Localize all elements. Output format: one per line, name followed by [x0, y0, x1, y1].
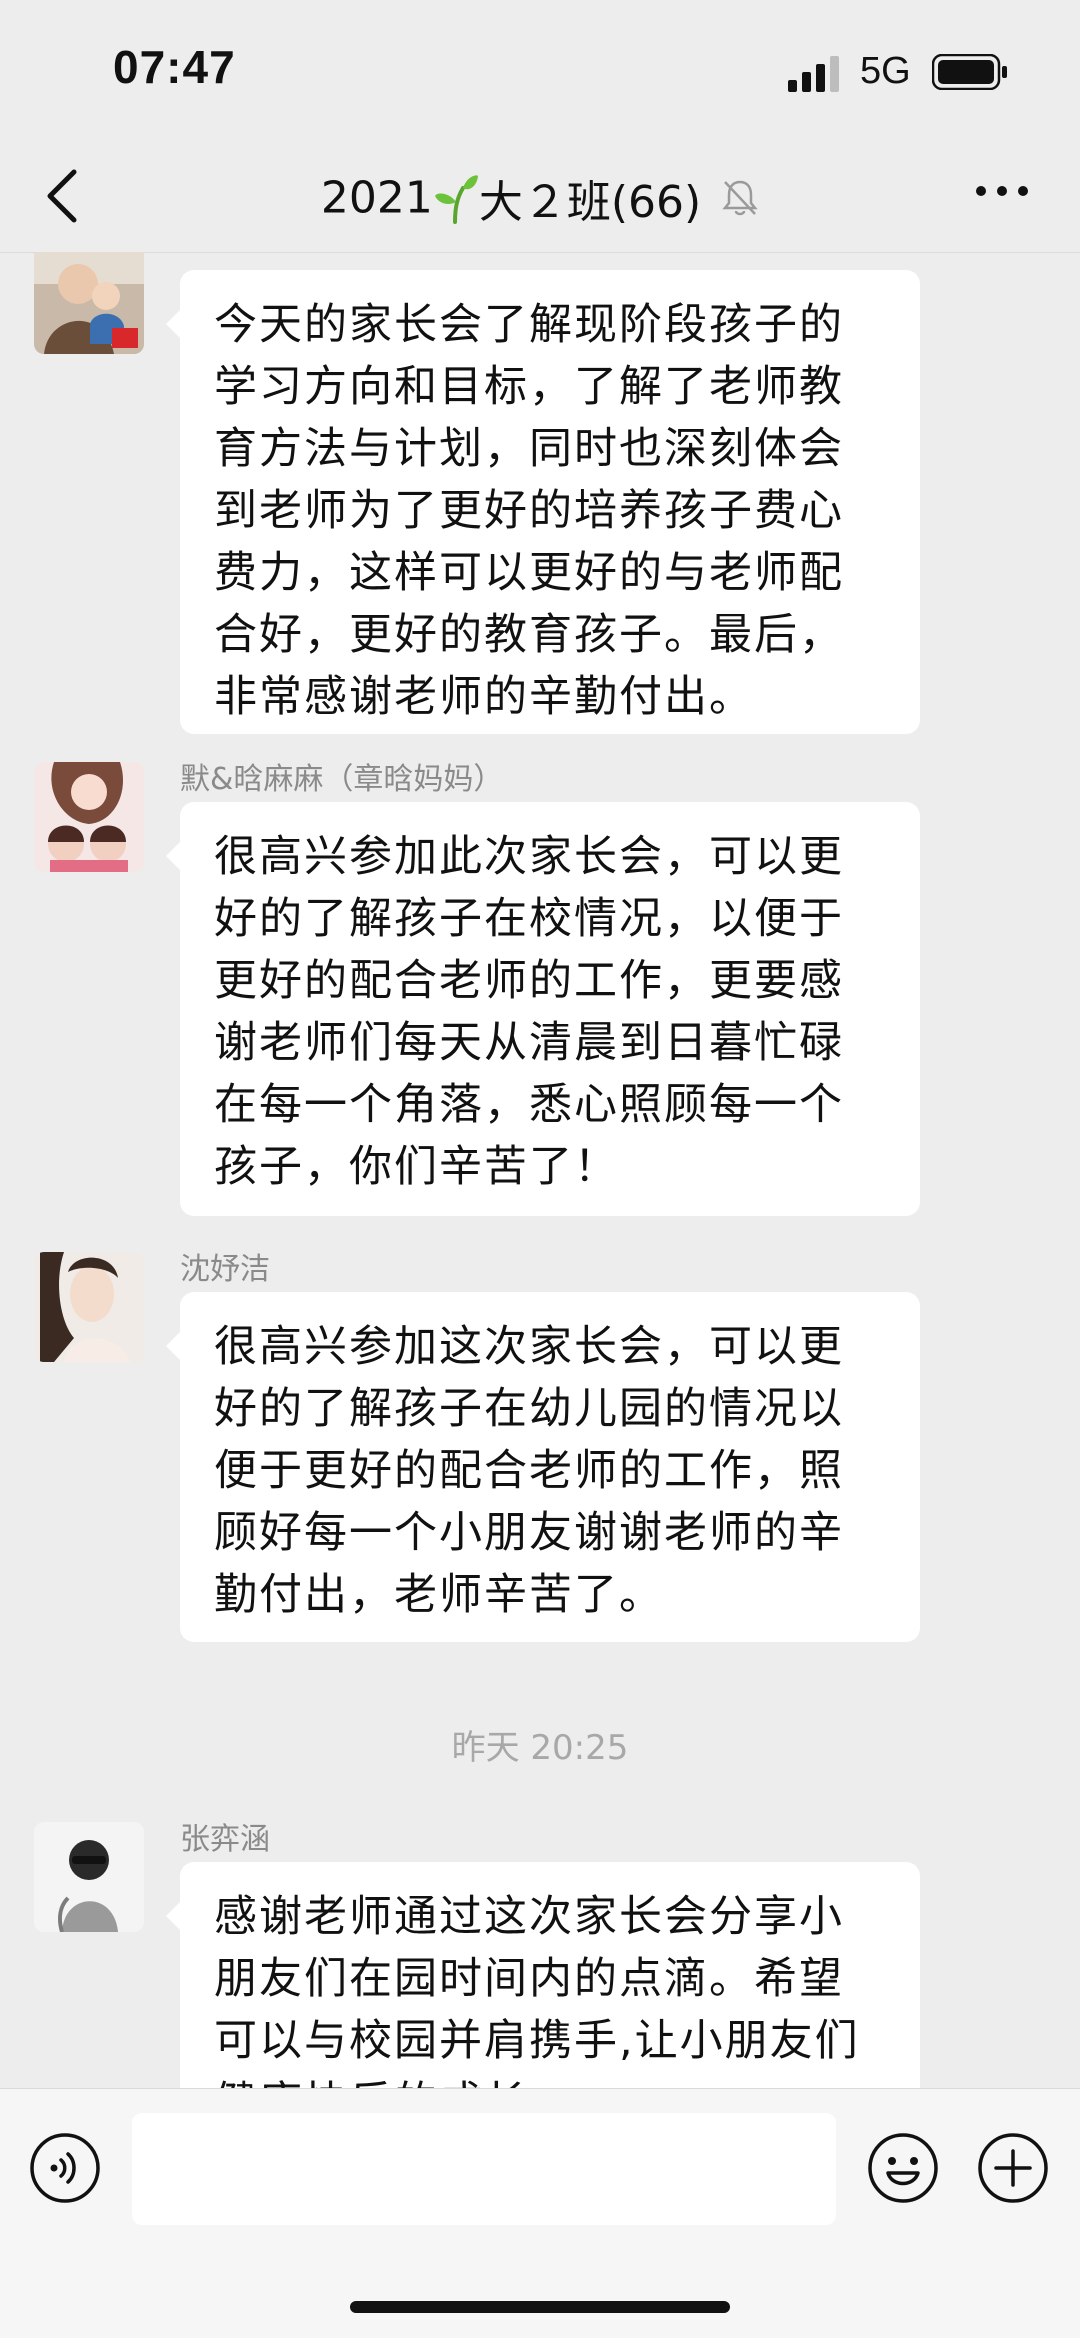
- sender-name: 沈妤洁: [180, 1252, 270, 1287]
- sprout-emoji-icon: [434, 175, 478, 224]
- avatar-image: [34, 252, 144, 354]
- network-label: 5G: [860, 50, 911, 92]
- signal-icon: [788, 56, 839, 92]
- status-bar: 07:47 5G: [0, 0, 1080, 140]
- more-icon[interactable]: [974, 184, 1030, 198]
- avatar[interactable]: [34, 1252, 144, 1362]
- avatar-image: [34, 1822, 144, 1932]
- battery-icon: [932, 54, 1007, 90]
- chat-header: 2021 大２班(66): [0, 140, 1080, 253]
- avatar-image: [34, 1252, 144, 1362]
- message-bubble[interactable]: 感谢老师通过这次家长会分享小朋友们在园时间内的点滴。希望可以与校园并肩携手,让小…: [166, 1862, 920, 2088]
- avatar[interactable]: [34, 1822, 144, 1932]
- home-indicator[interactable]: [350, 2301, 730, 2313]
- message-bubble[interactable]: 今天的家长会了解现阶段孩子的学习方向和目标，了解了老师教育方法与计划，同时也深刻…: [166, 270, 920, 734]
- avatar[interactable]: [34, 762, 144, 872]
- status-time: 07:47: [113, 41, 236, 93]
- avatar-image: [34, 762, 144, 872]
- muted-bell-icon: [722, 180, 758, 216]
- message-bubble[interactable]: 很高兴参加此次家长会，可以更好的了解孩子在校情况，以便于更好的配合老师的工作，更…: [166, 802, 920, 1216]
- avatar[interactable]: [34, 252, 144, 354]
- sender-name: 默&晗麻麻（章晗妈妈）: [180, 762, 504, 797]
- chat-area[interactable]: 今天的家长会了解现阶段孩子的学习方向和目标，了解了老师教育方法与计划，同时也深刻…: [0, 252, 1080, 2088]
- emoji-icon[interactable]: [866, 2131, 940, 2205]
- plus-icon[interactable]: [976, 2131, 1050, 2205]
- voice-icon[interactable]: [28, 2131, 102, 2205]
- chat-title-name: 大２班(66): [478, 177, 702, 228]
- input-bar: [0, 2088, 1080, 2338]
- message-input[interactable]: [132, 2113, 836, 2225]
- chat-title[interactable]: 2021 大２班(66): [0, 166, 1080, 230]
- message-bubble[interactable]: 很高兴参加这次家长会，可以更好的了解孩子在幼儿园的情况以便于更好的配合老师的工作…: [166, 1292, 920, 1642]
- chat-timestamp: 昨天 20:25: [451, 1728, 629, 1768]
- chat-title-year: 2021: [320, 172, 433, 224]
- sender-name: 张弈涵: [180, 1822, 270, 1857]
